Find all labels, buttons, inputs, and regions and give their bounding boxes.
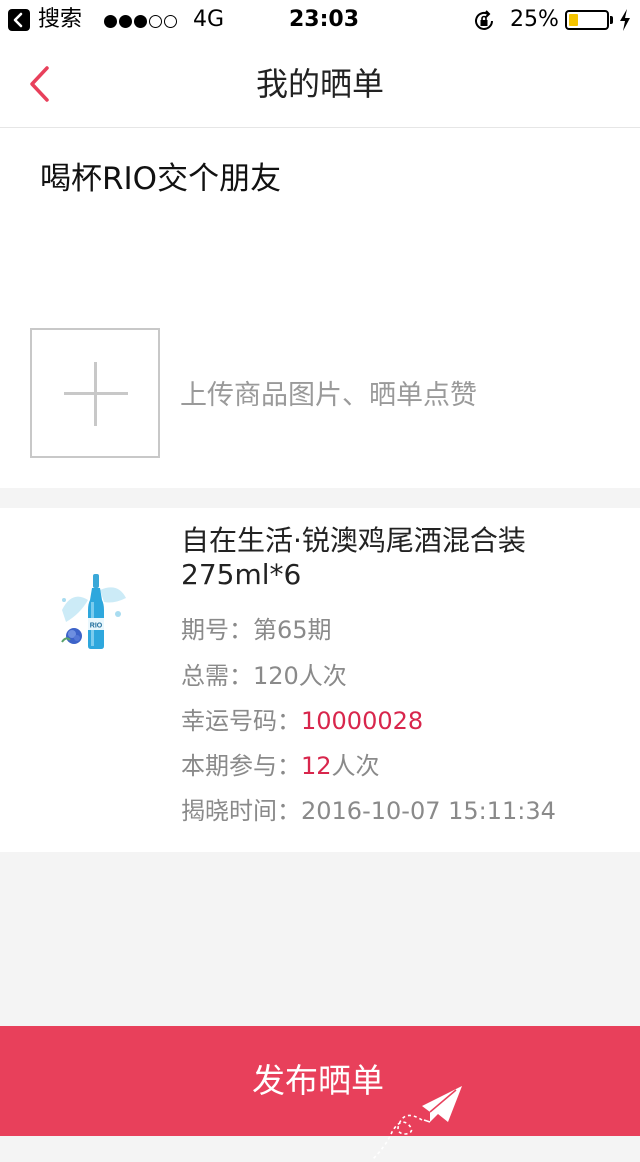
signal-dot <box>119 14 132 28</box>
compose-section: 喝杯RIO交个朋友 上传商品图片、晒单点赞 <box>0 128 640 488</box>
product-info-row: 期号：第65期 <box>181 612 332 648</box>
status-bar: 搜索 4G 23:03 25% <box>0 0 640 40</box>
info-label: 揭晓时间： <box>181 797 301 825</box>
bottle-label-text: RIO <box>90 623 103 630</box>
info-label: 本期参与： <box>181 752 301 780</box>
product-image: RIO <box>52 570 132 652</box>
product-name: 自在生活·锐澳鸡尾酒混合装275ml*6 <box>181 524 526 591</box>
battery-level <box>569 14 578 26</box>
upload-image-button[interactable] <box>30 328 160 458</box>
product-info-row: 幸运号码：10000028 <box>181 703 423 739</box>
product-info-row: 本期参与：12人次 <box>181 748 380 784</box>
share-text-input[interactable]: 喝杯RIO交个朋友 <box>40 156 281 202</box>
navigation-bar: 我的晒单 <box>0 40 640 128</box>
info-value: 12 <box>301 752 332 780</box>
info-value: 2016-10-07 15:11:34 <box>301 797 556 825</box>
info-value: 120人次 <box>253 662 347 690</box>
info-label: 期号： <box>181 616 253 644</box>
clock: 23:03 <box>289 7 360 32</box>
upload-hint: 上传商品图片、晒单点赞 <box>180 380 477 411</box>
back-to-app-icon[interactable] <box>8 9 30 31</box>
publish-share-label: 发布晒单 <box>252 1061 384 1100</box>
rotation-lock-icon <box>472 9 496 39</box>
plus-icon-vertical <box>94 362 97 426</box>
battery-icon <box>565 10 609 30</box>
info-label: 幸运号码： <box>181 707 301 735</box>
back-app-label[interactable]: 搜索 <box>38 6 82 34</box>
info-suffix: 人次 <box>331 752 380 780</box>
signal-dot <box>149 14 162 28</box>
battery-percent: 25% <box>510 7 559 32</box>
info-value: 10000028 <box>301 707 424 735</box>
signal-dot <box>134 14 147 28</box>
paper-plane-icon <box>371 1086 462 1161</box>
charging-icon <box>618 8 632 38</box>
product-card: RIO 自在生活·锐澳鸡尾酒混合装275ml*6 期号：第65期 总需：120人次… <box>0 508 640 852</box>
signal-strength-icon <box>104 8 179 33</box>
battery-tip <box>610 16 613 24</box>
info-value: 第65期 <box>253 616 332 644</box>
network-type: 4G <box>193 7 225 32</box>
signal-dot <box>164 14 177 28</box>
publish-share-button[interactable]: 发布晒单 <box>0 1026 640 1161</box>
info-label: 总需： <box>181 662 253 690</box>
page-title: 我的晒单 <box>255 65 384 103</box>
signal-dot <box>104 14 117 28</box>
product-info-row: 揭晓时间：2016-10-07 15:11:34 <box>181 793 556 829</box>
product-info-row: 总需：120人次 <box>181 658 347 694</box>
